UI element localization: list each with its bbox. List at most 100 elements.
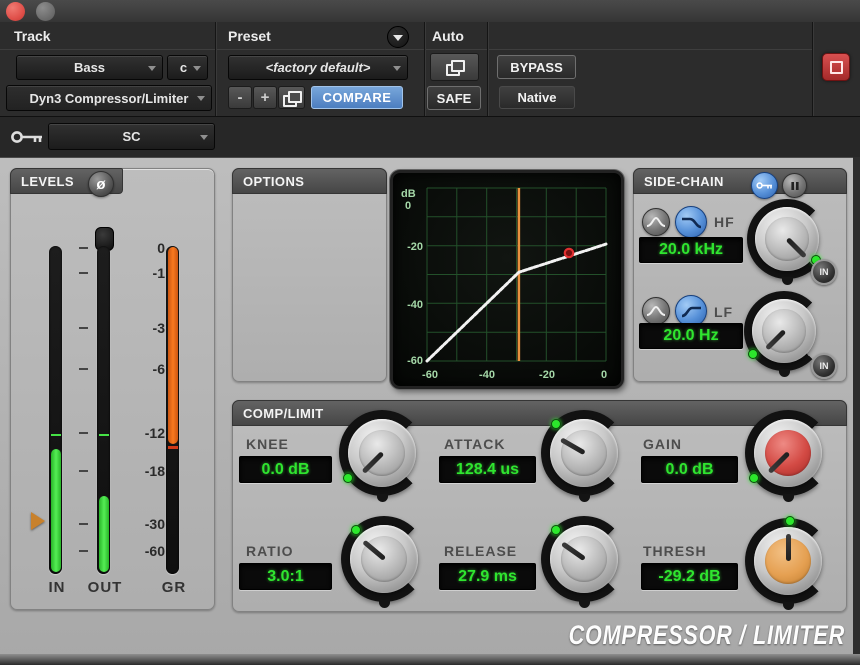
input-meter-label: IN <box>35 579 79 596</box>
chevron-down-icon <box>200 135 208 140</box>
preset-section-label: Preset <box>228 28 271 44</box>
graph-xtick: 0 <box>601 369 607 381</box>
thresh-display[interactable]: -29.2 dB <box>641 563 738 590</box>
meter-tick <box>79 523 88 525</box>
automation-button[interactable] <box>430 53 479 81</box>
gain-label: GAIN <box>643 436 682 452</box>
graph-ytick: 0 <box>405 200 411 212</box>
track-selector[interactable]: Bass <box>16 55 163 80</box>
window-minimize-button[interactable] <box>36 2 55 21</box>
attack-knob[interactable] <box>541 410 627 496</box>
sidechain-key-button[interactable] <box>751 172 778 199</box>
phase-invert-button[interactable]: ø <box>88 171 114 197</box>
thresh-knob[interactable] <box>745 518 831 604</box>
sidechain-panel: SIDE-CHAIN HF 20.0 kHz <box>633 168 847 382</box>
options-panel: OPTIONS <box>232 168 387 382</box>
next-preset-button[interactable]: + <box>253 86 277 109</box>
scale-label: 0 <box>123 240 165 256</box>
knob-tab <box>782 277 793 285</box>
release-label: RELEASE <box>444 543 517 559</box>
preset-selector[interactable]: <factory default> <box>228 55 408 80</box>
preset-name: <factory default> <box>266 60 371 75</box>
channel-selector[interactable]: c <box>167 55 208 80</box>
gain-knob[interactable] <box>745 410 831 496</box>
knee-display[interactable]: 0.0 dB <box>239 456 332 483</box>
knob-led <box>785 516 795 526</box>
safe-label: SAFE <box>437 91 472 106</box>
hf-shelf-button[interactable] <box>675 206 707 238</box>
knob-tab <box>779 369 790 377</box>
key-listen-button[interactable] <box>782 173 807 198</box>
complimit-title: COMP/LIMIT <box>243 406 324 421</box>
knob-pointer <box>786 534 791 561</box>
hf-label: HF <box>714 214 735 230</box>
knob-tab <box>579 600 590 608</box>
previous-preset-button[interactable]: - <box>228 86 252 109</box>
transfer-curve-display: dB 0 -20 -40 -60 -60 -40 -20 0 <box>390 170 624 389</box>
plugin-header: Track Bass c Dyn3 Compressor/Limiter Pre… <box>0 22 860 117</box>
lowpass-curve-icon <box>680 214 702 230</box>
release-display[interactable]: 27.9 ms <box>439 563 536 590</box>
ratio-knob[interactable] <box>341 516 427 602</box>
input-meter <box>49 246 62 574</box>
gain-reduction-fill <box>168 247 178 444</box>
copy-settings-button[interactable] <box>278 86 305 109</box>
compare-label: COMPARE <box>323 90 392 105</box>
output-meter <box>97 246 110 574</box>
scale-label: -6 <box>123 361 165 377</box>
meter-tick <box>79 432 88 434</box>
gain-display[interactable]: 0.0 dB <box>641 456 738 483</box>
lf-in-button[interactable]: IN <box>811 353 837 379</box>
target-button[interactable] <box>822 53 850 81</box>
sidechain-panel-header: SIDE-CHAIN <box>633 168 847 194</box>
scale-label: -3 <box>123 320 165 336</box>
header-separator <box>812 22 813 116</box>
native-button[interactable]: Native <box>499 86 575 109</box>
chevron-down-icon <box>197 96 205 101</box>
plugin-selector[interactable]: Dyn3 Compressor/Limiter <box>6 85 212 111</box>
hf-in-label: IN <box>820 267 829 277</box>
scale-label: -60 <box>123 543 165 559</box>
ratio-value: 3.0:1 <box>267 568 303 586</box>
knee-knob[interactable] <box>339 410 425 496</box>
meter-tick <box>79 470 88 472</box>
lf-frequency-display[interactable]: 20.0 Hz <box>639 323 743 349</box>
levels-title: LEVELS <box>21 174 74 189</box>
preset-menu-button[interactable] <box>387 26 409 48</box>
key-input-selector[interactable]: SC <box>48 123 215 150</box>
attack-display[interactable]: 128.4 us <box>439 456 536 483</box>
lf-bandpass-button[interactable] <box>642 297 670 325</box>
graph-xtick: -40 <box>479 369 495 381</box>
bypass-button[interactable]: BYPASS <box>497 55 576 79</box>
meter-tick <box>79 550 88 552</box>
window-close-button[interactable] <box>6 2 25 21</box>
graph-ytick: -40 <box>407 299 423 311</box>
knob-tab <box>377 494 388 502</box>
chevron-down-icon <box>148 66 156 71</box>
release-value: 27.9 ms <box>458 568 517 586</box>
highpass-curve-icon <box>680 303 702 319</box>
meter-tick <box>79 247 88 249</box>
options-panel-header: OPTIONS <box>232 168 387 194</box>
hf-in-button[interactable]: IN <box>811 259 837 285</box>
scale-label: -30 <box>123 516 165 532</box>
plus-label: + <box>261 89 270 106</box>
levels-panel: LEVELS ø 0 -1 -3 -6 <box>10 168 215 610</box>
output-meter-label: OUT <box>83 579 127 596</box>
chevron-down-icon <box>193 66 201 71</box>
hf-frequency-display[interactable]: 20.0 kHz <box>639 237 743 263</box>
compare-button[interactable]: COMPARE <box>311 86 403 109</box>
knob-led <box>748 349 758 359</box>
key-icon <box>10 127 44 147</box>
plugin-branding: COMPRESSOR / LIMITER <box>545 620 845 651</box>
plugin-window: Track Bass c Dyn3 Compressor/Limiter Pre… <box>0 0 860 665</box>
window-right-edge <box>853 157 860 665</box>
window-titlebar <box>0 0 860 23</box>
threshold-arrow[interactable] <box>31 512 45 530</box>
plugin-name: Dyn3 Compressor/Limiter <box>30 91 189 106</box>
release-knob[interactable] <box>541 516 627 602</box>
safe-button[interactable]: SAFE <box>427 86 481 110</box>
hf-bandpass-button[interactable] <box>642 208 670 236</box>
bypass-label: BYPASS <box>510 60 563 75</box>
ratio-display[interactable]: 3.0:1 <box>239 563 332 590</box>
